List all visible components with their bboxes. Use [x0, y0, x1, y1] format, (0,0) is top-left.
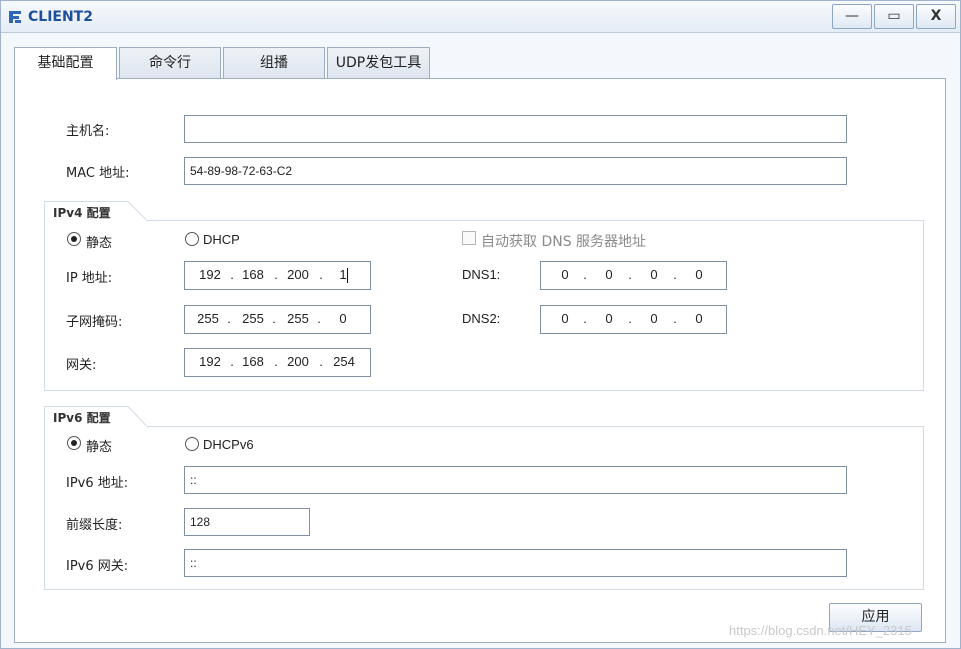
- subnet-mask-label: 子网掩码:: [66, 315, 123, 330]
- window-title: CLIENT2: [28, 9, 93, 25]
- mask-dot: .: [272, 311, 276, 326]
- gateway-label: 网关:: [66, 358, 97, 373]
- ipv4-group-title: IPv4 配置: [45, 202, 111, 225]
- mask-dot: .: [227, 311, 231, 326]
- subnet-mask-input[interactable]: 255 . 255 . 255 . 0: [184, 305, 371, 334]
- dns1-dot: .: [673, 267, 677, 282]
- ipv4-static-radio[interactable]: [67, 232, 81, 246]
- ipv4-dhcp-radio[interactable]: [185, 232, 199, 246]
- ip-address-label: IP 地址:: [66, 271, 113, 286]
- gateway-dot: .: [274, 354, 278, 369]
- minimize-button[interactable]: —: [832, 4, 872, 29]
- ip-octet: 200: [287, 267, 309, 282]
- gateway-octet: 192: [199, 354, 221, 369]
- mask-octet: 0: [339, 311, 347, 326]
- ipv6-dhcpv6-radio[interactable]: [185, 437, 199, 451]
- dns2-octet: 0: [695, 311, 703, 326]
- dns2-label: DNS2:: [462, 311, 501, 326]
- ipv4-dhcp-label: DHCP: [203, 232, 240, 247]
- client-app-icon: [9, 11, 21, 23]
- gateway-input[interactable]: 192 . 168 . 200 . 254: [184, 348, 371, 377]
- title-bar: CLIENT2 — ▭ X: [1, 1, 960, 33]
- dns1-octet: 0: [561, 267, 569, 282]
- dns2-dot: .: [583, 311, 587, 326]
- dns2-dot: .: [673, 311, 677, 326]
- ip-dot: .: [319, 267, 323, 282]
- mac-address-field[interactable]: 54-89-98-72-63-C2: [184, 157, 847, 185]
- ipv6-gateway-input[interactable]: ::: [184, 549, 847, 577]
- hostname-label: 主机名:: [66, 124, 110, 139]
- dns2-dot: .: [628, 311, 632, 326]
- dns1-label: DNS1:: [462, 267, 501, 282]
- dns1-input[interactable]: 0 . 0 . 0 . 0: [540, 261, 727, 290]
- ipv6-address-label: IPv6 地址:: [66, 476, 129, 491]
- hostname-input[interactable]: [184, 115, 847, 143]
- ip-octet: 1: [339, 267, 347, 282]
- auto-dns-label: 自动获取 DNS 服务器地址: [481, 234, 647, 250]
- dns2-input[interactable]: 0 . 0 . 0 . 0: [540, 305, 727, 334]
- dns1-octet: 0: [605, 267, 613, 282]
- ipv6-static-radio[interactable]: [67, 436, 81, 450]
- ip-octet: 168: [242, 267, 264, 282]
- ip-dot: .: [274, 267, 278, 282]
- dns1-dot: .: [628, 267, 632, 282]
- watermark-text: https://blog.csdn.net/HEY_2315: [729, 623, 912, 638]
- ipv6-static-label: 静态: [86, 440, 113, 455]
- dns2-octet: 0: [650, 311, 658, 326]
- gateway-octet: 200: [287, 354, 309, 369]
- maximize-button[interactable]: ▭: [874, 4, 914, 29]
- prefix-length-input[interactable]: 128: [184, 508, 310, 536]
- mac-label: MAC 地址:: [66, 166, 130, 181]
- dns1-dot: .: [583, 267, 587, 282]
- ipv6-address-input[interactable]: ::: [184, 466, 847, 494]
- ipv6-dhcpv6-label: DHCPv6: [203, 437, 254, 452]
- mask-octet: 255: [197, 311, 219, 326]
- mask-dot: .: [317, 311, 321, 326]
- tab-multicast[interactable]: 组播: [223, 47, 325, 79]
- ip-octet: 192: [199, 267, 221, 282]
- dns2-octet: 0: [561, 311, 569, 326]
- auto-dns-checkbox[interactable]: [462, 231, 476, 245]
- tab-basic-config[interactable]: 基础配置: [14, 47, 117, 80]
- gateway-octet: 254: [333, 354, 355, 369]
- mask-octet: 255: [242, 311, 264, 326]
- mask-octet: 255: [287, 311, 309, 326]
- ip-address-input[interactable]: 192 . 168 . 200 . 1: [184, 261, 371, 290]
- client-window: CLIENT2 — ▭ X 基础配置 命令行 组播 UDP发包工具 主机名: M…: [0, 0, 961, 649]
- tab-udp-tool[interactable]: UDP发包工具: [327, 47, 430, 79]
- close-button[interactable]: X: [916, 4, 956, 29]
- ipv4-static-label: 静态: [86, 236, 113, 251]
- ip-dot: .: [230, 267, 234, 282]
- dns1-octet: 0: [650, 267, 658, 282]
- gateway-octet: 168: [242, 354, 264, 369]
- dns2-octet: 0: [605, 311, 613, 326]
- prefix-length-label: 前缀长度:: [66, 518, 123, 533]
- ipv6-gateway-label: IPv6 网关:: [66, 559, 129, 574]
- ipv6-group-title: IPv6 配置: [45, 407, 111, 430]
- text-caret: [347, 268, 348, 283]
- dns1-octet: 0: [695, 267, 703, 282]
- tab-command-line[interactable]: 命令行: [119, 47, 221, 79]
- gateway-dot: .: [230, 354, 234, 369]
- gateway-dot: .: [319, 354, 323, 369]
